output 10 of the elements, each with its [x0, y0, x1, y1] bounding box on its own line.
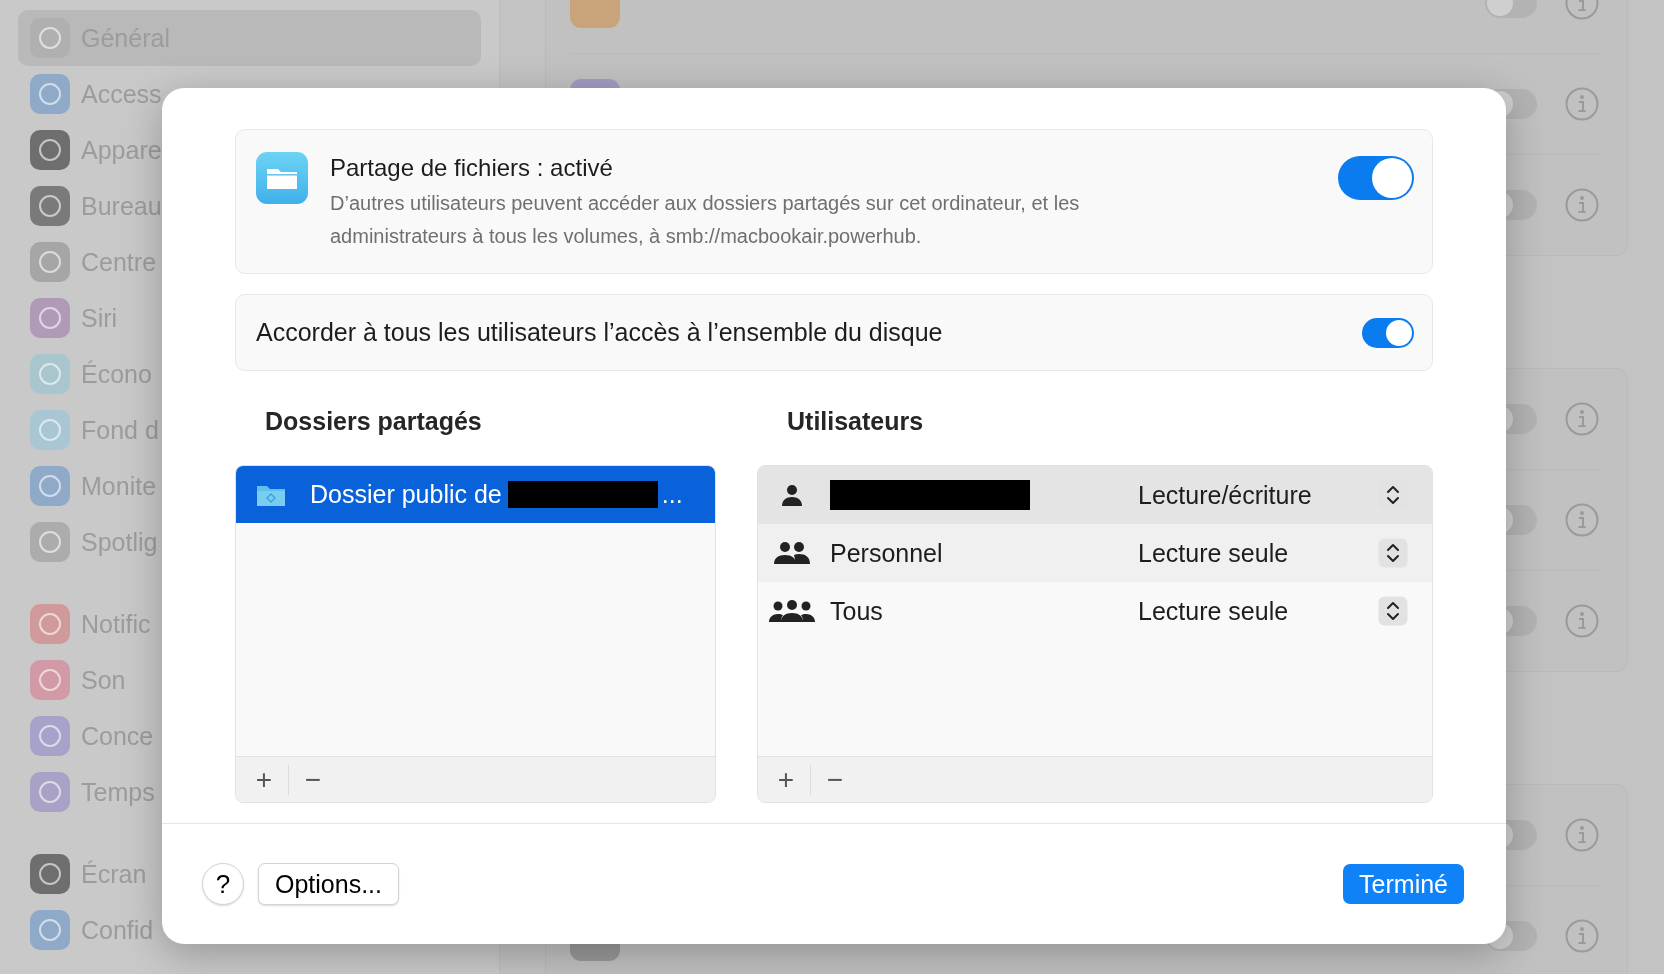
sharing-description: D’autres utilisateurs peuvent accéder aux dossiers partagés sur cet ordinateur, et les administrateurs à tous les volumes, à smb://macbookair.powerhub.: [330, 191, 1081, 249]
permission-label: Lecture/écriture: [1138, 480, 1313, 510]
permission-label: Lecture seule: [1138, 596, 1290, 626]
user-name: Personnel: [830, 538, 944, 568]
list-heading: Dossiers partagés: [264, 407, 483, 437]
sharing-title: Partage de fichiers : activé: [330, 154, 614, 182]
user-name: Tous: [830, 596, 884, 626]
permission-label: Lecture seule: [1138, 538, 1290, 568]
list-heading: Utilisateurs: [786, 407, 925, 437]
setting-label: Accorder à tous les utilisateurs l’accès à l’ensemble du disque: [256, 318, 943, 347]
